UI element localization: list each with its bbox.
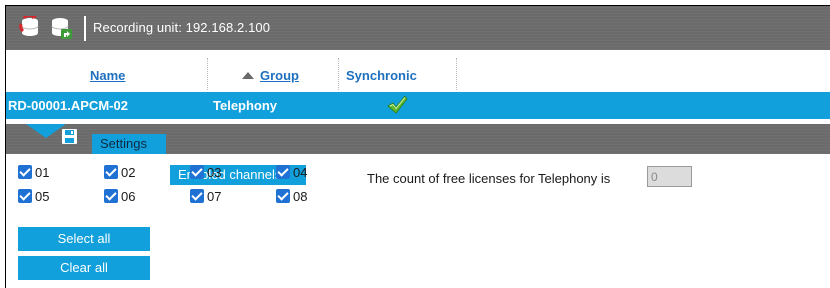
column-header-group-label: Group	[260, 68, 299, 83]
channel-checkbox-03[interactable]: 03	[190, 165, 250, 183]
channel-checkbox-07[interactable]: 07	[190, 189, 250, 207]
column-divider[interactable]	[338, 58, 339, 90]
channel-checkbox-06[interactable]: 06	[104, 189, 164, 207]
channel-label: 03	[207, 165, 222, 180]
table-header: Name Group Synchronic	[6, 54, 830, 90]
checkbox-checked-icon	[276, 189, 290, 203]
channel-checkbox-01[interactable]: 01	[18, 165, 78, 183]
free-licenses-label: The count of free licenses for Telephony…	[367, 171, 611, 186]
checkbox-checked-icon	[276, 165, 290, 179]
checkbox-checked-icon	[104, 189, 118, 203]
channel-label: 07	[207, 189, 222, 204]
channel-label: 04	[293, 165, 308, 180]
save-icon[interactable]	[62, 129, 77, 144]
channel-checkbox-08[interactable]: 08	[276, 189, 336, 207]
checkbox-checked-icon	[104, 165, 118, 179]
select-all-button[interactable]: Select all	[18, 227, 150, 251]
sort-ascending-icon	[242, 72, 254, 79]
column-header-name[interactable]: Name	[90, 68, 125, 83]
selection-notch	[26, 124, 66, 138]
toolbar: Recording unit: 192.168.2.100	[6, 6, 830, 50]
recording-unit-title: Recording unit: 192.168.2.100	[93, 20, 271, 35]
database-export-icon[interactable]	[49, 16, 73, 40]
tab-settings[interactable]: Settings	[92, 134, 166, 154]
table-row[interactable]: RD-00001.APCM-02 Telephony	[6, 92, 830, 119]
clear-all-button[interactable]: Clear all	[18, 256, 150, 280]
column-divider[interactable]	[207, 58, 208, 90]
channel-checkbox-04[interactable]: 04	[276, 165, 336, 183]
checkbox-checked-icon	[18, 189, 32, 203]
toolbar-separator	[84, 16, 86, 41]
channel-label: 08	[293, 189, 308, 204]
row-name: RD-00001.APCM-02	[8, 98, 128, 113]
channel-label: 01	[35, 165, 50, 180]
checkbox-checked-icon	[18, 165, 32, 179]
row-group: Telephony	[213, 98, 278, 113]
column-header-group[interactable]: Group	[242, 68, 299, 83]
column-divider[interactable]	[456, 58, 457, 90]
channel-checkbox-05[interactable]: 05	[18, 189, 78, 207]
channel-checkbox-02[interactable]: 02	[104, 165, 164, 183]
app-frame: Recording unit: 192.168.2.100 Name Group…	[5, 5, 830, 288]
synchronic-check-icon	[387, 95, 408, 114]
checkbox-checked-icon	[190, 165, 204, 179]
checkbox-checked-icon	[190, 189, 204, 203]
free-licenses-field[interactable]	[647, 166, 692, 187]
column-header-synchronic[interactable]: Synchronic	[346, 68, 417, 83]
channel-label: 06	[121, 189, 136, 204]
channel-label: 05	[35, 189, 50, 204]
database-refresh-icon[interactable]	[18, 16, 42, 40]
channel-label: 02	[121, 165, 136, 180]
